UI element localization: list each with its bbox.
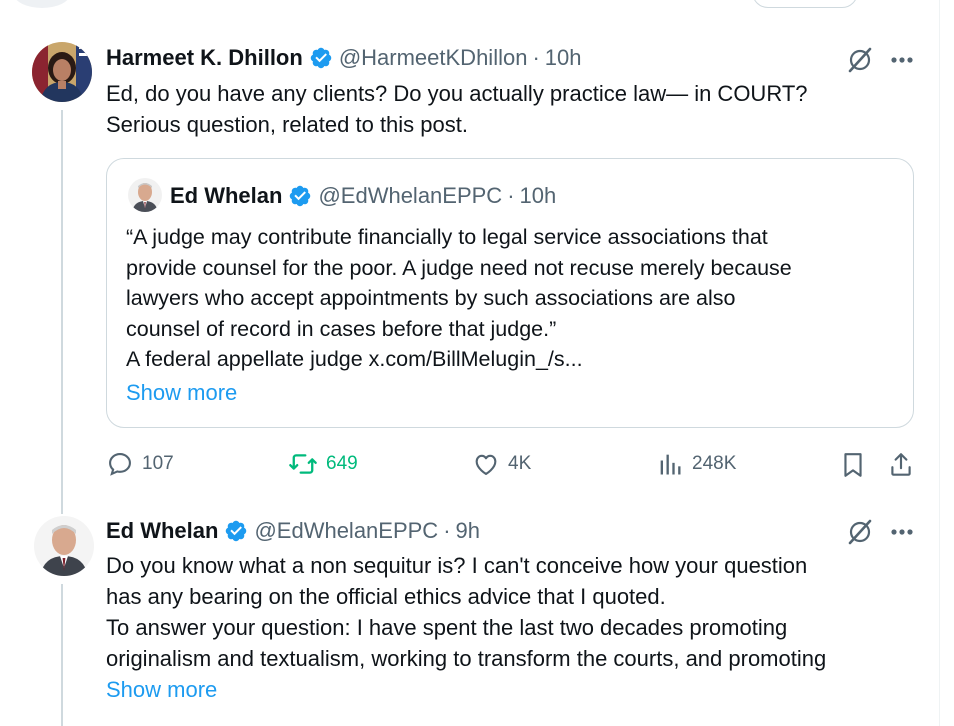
show-more-link[interactable]: Show more — [106, 675, 217, 705]
like-icon — [475, 454, 497, 475]
thread-connector-line — [61, 584, 63, 726]
tweet-text-line: Ed, do you have any clients? Do you actu… — [106, 81, 808, 106]
quoted-text-line: lawyers who accept appointments by such … — [126, 286, 736, 310]
grok-icon[interactable] — [842, 516, 878, 548]
views-count: 248K — [692, 453, 737, 474]
verified-badge-icon — [226, 520, 247, 542]
tweet-text-line: Serious question, related to this post. — [106, 112, 468, 137]
previous-tweet-button-edge[interactable] — [752, 0, 858, 8]
reply-button[interactable]: 107 — [106, 450, 174, 478]
tweet-text-line: To answer your question: I have spent th… — [106, 615, 788, 640]
separator-dot: · — [507, 183, 515, 208]
share-icon[interactable] — [884, 448, 918, 482]
verified-badge-icon — [290, 185, 311, 207]
handle[interactable]: @EdWhelanEPPC — [254, 517, 438, 545]
tweet-text: Do you know what a non sequitur is? I ca… — [106, 550, 826, 674]
quoted-text-line: counsel of record in cases before that j… — [126, 316, 557, 341]
previous-tweet-avatar-edge — [14, 0, 70, 8]
display-name[interactable]: Harmeet K. Dhillon — [106, 44, 303, 72]
more-icon[interactable] — [884, 516, 920, 548]
display-name[interactable]: Ed Whelan — [106, 517, 218, 545]
quoted-text-line: A federal appellate judge x.com/BillMelu… — [126, 347, 583, 371]
tweet-text: Ed, do you have any clients? Do you actu… — [106, 78, 808, 140]
handle[interactable]: @HarmeetKDhillon — [339, 44, 528, 72]
quoted-show-more-link[interactable]: Show more — [126, 378, 237, 408]
views-button[interactable]: 248K — [656, 450, 736, 478]
more-icon[interactable] — [884, 44, 920, 76]
reply-icon — [109, 453, 131, 476]
timeline-border — [939, 0, 940, 726]
repost-icon — [289, 454, 317, 474]
repost-count: 649 — [326, 453, 358, 474]
quoted-avatar[interactable] — [128, 178, 162, 212]
quoted-display-name[interactable]: Ed Whelan — [170, 182, 282, 210]
quoted-timestamp[interactable]: 10h — [520, 182, 557, 210]
like-count: 4K — [508, 453, 532, 474]
separator-dot: · — [532, 45, 540, 70]
timestamp[interactable]: 10h — [545, 44, 582, 72]
quoted-text-line: provide counsel for the poor. A judge ne… — [126, 255, 792, 280]
tweet-text-line: Do you know what a non sequitur is? I ca… — [106, 553, 808, 578]
bookmark-icon[interactable] — [836, 448, 870, 482]
thread-connector-line — [61, 110, 63, 514]
views-icon — [660, 454, 681, 475]
reply-count: 107 — [142, 453, 174, 474]
quoted-tweet-text: “A judge may contribute financially to l… — [126, 222, 792, 375]
repost-button[interactable]: 649 — [288, 450, 358, 478]
like-button[interactable]: 4K — [472, 450, 531, 478]
timestamp[interactable]: 9h — [456, 517, 480, 545]
verified-badge-icon — [310, 47, 332, 69]
avatar[interactable] — [32, 42, 92, 102]
separator-dot: · — [443, 518, 451, 543]
avatar[interactable] — [34, 516, 94, 576]
quoted-handle[interactable]: @EdWhelanEPPC — [318, 182, 502, 210]
quoted-text-line: “A judge may contribute financially to l… — [126, 225, 768, 249]
grok-icon[interactable] — [842, 44, 878, 76]
tweet-text-line: originalism and textualism, working to t… — [106, 646, 827, 671]
tweet-text-line: has any bearing on the official ethics a… — [106, 584, 666, 609]
